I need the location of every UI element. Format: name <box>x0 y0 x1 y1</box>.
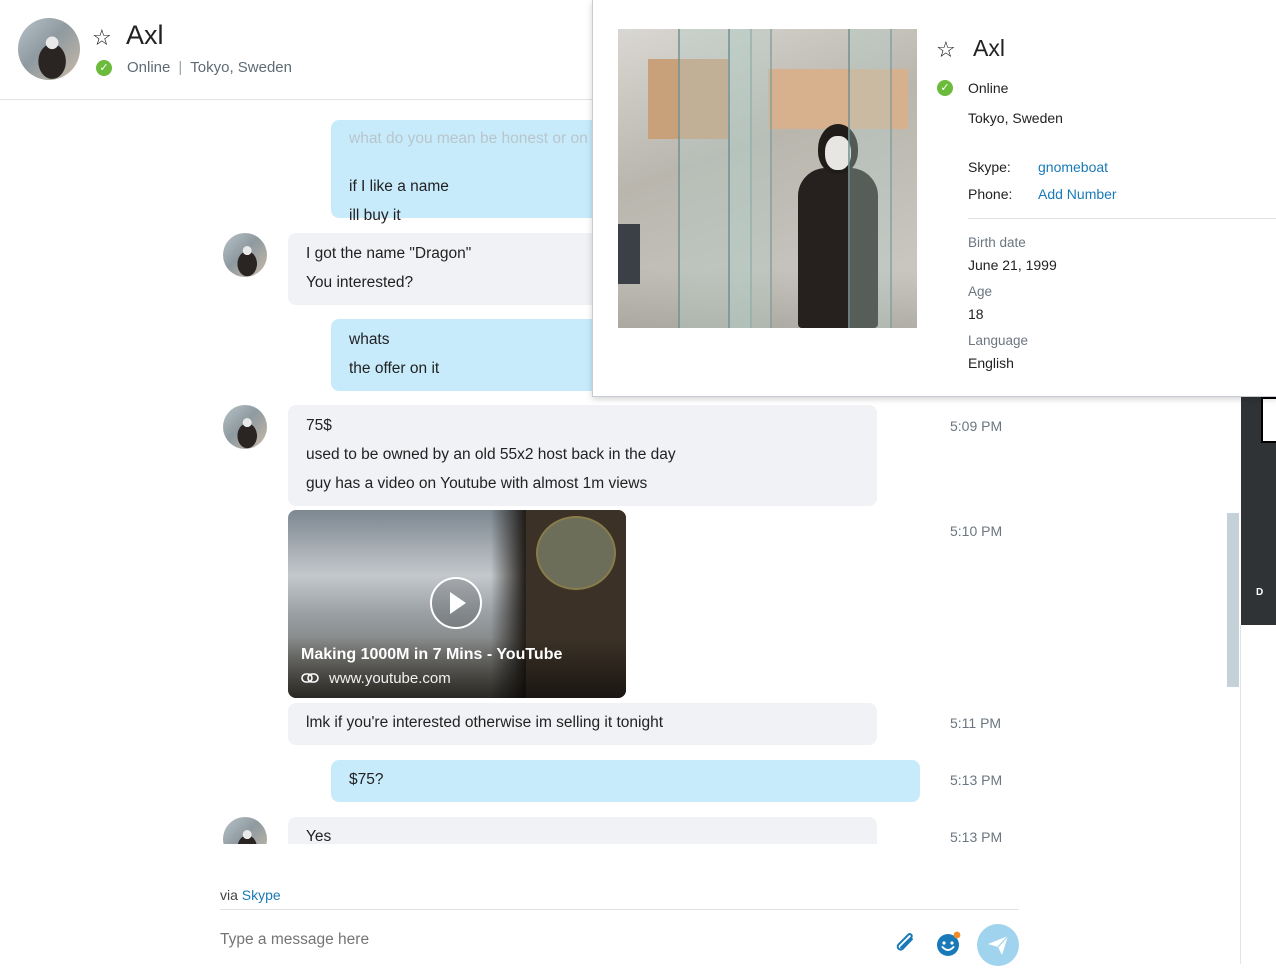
skype-name-link[interactable]: gnomeboat <box>1038 159 1108 175</box>
message-line: whats <box>349 331 390 348</box>
emoji-icon[interactable] <box>936 931 962 957</box>
video-title[interactable]: Making 1000M in 7 Mins - YouTube <box>301 646 562 664</box>
play-icon[interactable] <box>430 577 482 629</box>
language-value: English <box>968 355 1014 371</box>
via-text: via <box>220 887 238 903</box>
ad-frame <box>1261 397 1276 443</box>
phone-label: Phone: <box>968 186 1013 202</box>
panel-divider <box>1240 625 1241 964</box>
message-line: 75$ <box>306 417 332 434</box>
sender-avatar[interactable] <box>223 817 267 844</box>
photo-detail <box>848 29 892 328</box>
message-timestamp: 5:13 PM <box>950 772 1003 788</box>
incoming-message[interactable]: lmk if you're interested otherwise im se… <box>288 703 877 745</box>
sender-avatar[interactable] <box>223 405 267 449</box>
status-text: Online <box>127 59 171 76</box>
photo-detail <box>618 224 640 284</box>
paper-plane-icon <box>988 935 1009 955</box>
incoming-message[interactable]: 75$ used to be owned by an old 55x2 host… <box>288 405 877 506</box>
age-value: 18 <box>968 306 984 322</box>
favorite-star-icon[interactable]: ☆ <box>936 39 956 61</box>
profile-divider <box>968 218 1276 219</box>
incoming-message[interactable]: Yes <box>288 817 877 844</box>
via-skype-link[interactable]: Skype <box>242 887 281 903</box>
video-thumbnail-minimap <box>536 516 616 590</box>
send-button[interactable] <box>977 924 1019 966</box>
skype-label: Skype: <box>968 159 1011 175</box>
message-timestamp: 5:09 PM <box>950 418 1003 434</box>
message-line: I got the name "Dragon" <box>306 245 472 262</box>
ad-text: D <box>1256 587 1264 598</box>
profile-location: Tokyo, Sweden <box>968 110 1063 126</box>
profile-card: ☆ Axl ✓ Online Tokyo, Sweden Skype: gnom… <box>592 0 1276 397</box>
profile-photo[interactable] <box>618 29 917 328</box>
via-label: via Skype <box>220 887 281 903</box>
message-line: $75? <box>349 771 384 788</box>
message-line: used to be owned by an old 55x2 host bac… <box>306 446 676 463</box>
video-url[interactable]: www.youtube.com <box>329 670 451 687</box>
status-separator: | <box>178 59 183 76</box>
birth-date-value: June 21, 1999 <box>968 257 1057 273</box>
online-status-icon: ✓ <box>96 60 112 76</box>
contact-avatar[interactable] <box>18 18 80 80</box>
online-status-icon: ✓ <box>937 80 953 96</box>
message-line: You interested? <box>306 274 414 291</box>
age-label: Age <box>968 284 993 299</box>
language-label: Language <box>968 333 1029 348</box>
avatar-image <box>18 18 80 80</box>
message-line: ill buy it <box>349 207 401 224</box>
paperclip-icon[interactable] <box>893 930 919 958</box>
message-line: guy has a video on Youtube with almost 1… <box>306 475 648 492</box>
link-icon <box>301 673 319 683</box>
sender-avatar[interactable] <box>223 233 267 277</box>
avatar-image <box>223 405 267 449</box>
ad-banner[interactable]: D <box>1241 397 1276 625</box>
location-text: Tokyo, Sweden <box>190 59 292 76</box>
message-line: what do you mean be honest or on <box>349 130 588 148</box>
message-text-faded: what do you mean be honest or on <box>349 130 588 147</box>
message-line: if I like a name <box>349 178 449 195</box>
message-line: the offer on it <box>349 360 440 377</box>
message-line: Yes <box>306 828 332 844</box>
outgoing-message[interactable]: $75? <box>331 760 920 802</box>
chat-scrollbar-thumb[interactable] <box>1227 513 1239 687</box>
add-number-link[interactable]: Add Number <box>1038 186 1117 202</box>
contact-status-line: Online | Tokyo, Sweden <box>127 59 292 76</box>
profile-status: Online <box>968 80 1009 96</box>
message-line: lmk if you're interested otherwise im se… <box>306 714 664 731</box>
message-timestamp: 5:11 PM <box>950 715 1002 731</box>
compose-divider <box>220 909 1019 910</box>
avatar-image <box>223 817 267 844</box>
photo-detail <box>728 29 772 328</box>
message-input[interactable] <box>220 931 820 949</box>
message-timestamp: 5:10 PM <box>950 523 1003 539</box>
profile-name: Axl <box>973 35 1005 61</box>
contact-name[interactable]: Axl <box>126 20 164 51</box>
birth-date-label: Birth date <box>968 235 1026 250</box>
avatar-image <box>223 233 267 277</box>
message-timestamp: 5:13 PM <box>950 829 1003 844</box>
youtube-link-preview[interactable]: Making 1000M in 7 Mins - YouTube www.you… <box>288 510 626 698</box>
favorite-star-icon[interactable]: ☆ <box>92 27 112 49</box>
